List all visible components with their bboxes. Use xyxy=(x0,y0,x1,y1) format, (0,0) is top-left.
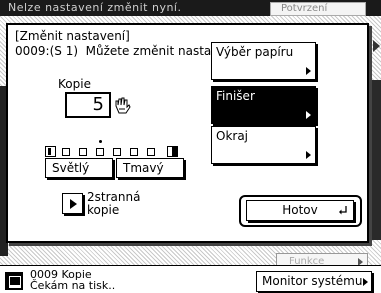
background-arrow-icon xyxy=(373,40,380,52)
system-monitor-button[interactable]: Monitor systému xyxy=(256,271,372,292)
density-cell xyxy=(79,148,87,156)
duplex-label: 2stranná kopie xyxy=(87,191,140,217)
copies-input[interactable]: 5 xyxy=(65,92,111,118)
done-label: Hotov xyxy=(282,203,318,217)
dialog-subtitle: 0009:(S 1) Můžete změnit nastavení. xyxy=(15,44,241,58)
background-right-strip xyxy=(372,80,381,240)
finisher-button[interactable]: Finišer xyxy=(211,86,316,124)
density-cell xyxy=(62,148,70,156)
play-arrow-icon xyxy=(70,199,77,209)
chevron-right-icon xyxy=(363,278,368,286)
duplex-button[interactable] xyxy=(62,193,83,214)
density-cell xyxy=(96,148,104,156)
margin-label: Okraj xyxy=(216,129,249,143)
lighter-label: Světlý xyxy=(52,161,90,175)
background-confirm-tab: Potvrzení xyxy=(270,2,366,16)
light-end-icon xyxy=(45,146,56,157)
paper-select-label: Výběr papíru xyxy=(216,45,294,59)
done-button[interactable]: Hotov xyxy=(246,200,354,221)
density-indicator-icon xyxy=(99,140,102,143)
system-monitor-label: Monitor systému xyxy=(262,274,363,288)
finisher-label: Finišer xyxy=(216,89,255,103)
dark-end-icon xyxy=(167,146,178,157)
margin-button[interactable]: Okraj xyxy=(211,126,316,164)
copies-label: Kopie xyxy=(58,77,91,91)
status-bar: 0009 Kopie Čekám na tisk.. Monitor systé… xyxy=(0,265,381,293)
density-cell xyxy=(113,148,121,156)
lighter-button[interactable]: Světlý xyxy=(45,158,113,178)
printer-status-icon xyxy=(5,272,23,290)
density-cell xyxy=(147,148,155,156)
dialog-title: [Změnit nastavení] xyxy=(15,29,130,43)
darker-label: Tmavý xyxy=(123,161,164,175)
duplex-label-line2: kopie xyxy=(87,203,120,217)
hand-keypad-icon xyxy=(115,97,131,114)
change-settings-dialog: [Změnit nastavení] 0009:(S 1) Můžete změ… xyxy=(6,23,369,243)
copier-screen: Nelze nastavení změnit nyní. Potvrzení F… xyxy=(0,0,381,293)
chevron-right-icon xyxy=(306,67,311,75)
chevron-right-icon xyxy=(306,151,311,159)
chevron-right-icon xyxy=(306,111,311,119)
density-scale[interactable] xyxy=(45,140,185,159)
darker-button[interactable]: Tmavý xyxy=(116,158,184,178)
density-cell xyxy=(130,148,138,156)
status-state: Čekám na tisk.. xyxy=(30,279,116,292)
enter-icon xyxy=(339,206,347,215)
paper-select-button[interactable]: Výběr papíru xyxy=(211,42,316,80)
